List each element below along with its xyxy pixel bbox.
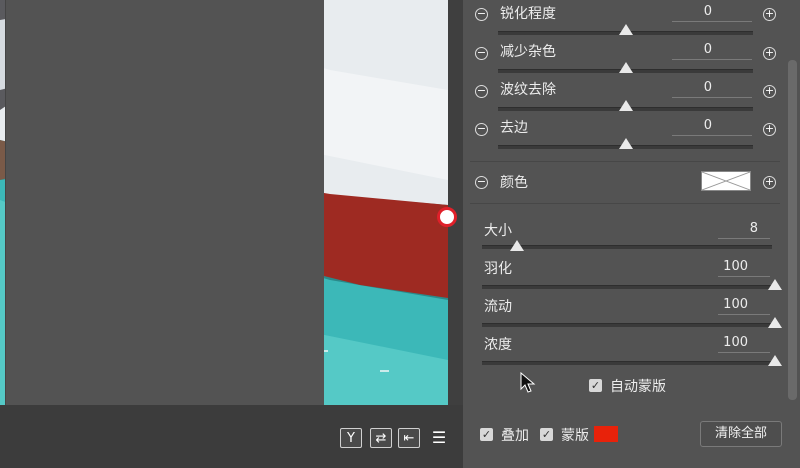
swap-icon[interactable]: ⇄ — [370, 428, 392, 448]
slider-thumb[interactable] — [618, 24, 633, 35]
brush-flow-label: 流动 — [484, 299, 512, 315]
overlay-label: 叠加 — [501, 428, 529, 444]
overlay-checkbox[interactable]: ✓ — [480, 428, 493, 441]
value-underline — [718, 314, 770, 315]
brush-density-value[interactable]: 100 — [708, 335, 748, 350]
minus-icon[interactable]: − — [475, 8, 488, 21]
sliders-icon[interactable]: ☰ — [428, 428, 450, 448]
mask-color-swatch[interactable] — [594, 426, 618, 442]
plus-icon[interactable]: + — [763, 8, 776, 21]
plus-icon[interactable]: + — [763, 47, 776, 60]
scrollbar[interactable] — [788, 60, 797, 400]
y-dropdown-icon[interactable]: Y — [340, 428, 362, 448]
value-underline — [672, 135, 752, 136]
value-underline — [672, 97, 752, 98]
color-swatch[interactable] — [701, 171, 751, 191]
clear-all-button[interactable]: 清除全部 — [700, 421, 782, 447]
arrow-left-box-icon[interactable]: ⇤ — [398, 428, 420, 448]
value-underline — [718, 276, 770, 277]
value-underline — [718, 238, 770, 239]
plus-icon[interactable]: + — [763, 123, 776, 136]
panel-content — [5, 0, 324, 405]
brush-size-label: 大小 — [484, 223, 512, 239]
slider-thumb[interactable] — [618, 62, 633, 73]
mouse-cursor-icon — [520, 372, 536, 393]
brush-slider-track[interactable] — [482, 323, 772, 327]
slider-value-moire[interactable]: 0 — [672, 80, 712, 95]
slider-value-noise[interactable]: 0 — [672, 42, 712, 57]
minus-icon[interactable]: − — [475, 123, 488, 136]
value-underline — [672, 21, 752, 22]
value-underline — [718, 352, 770, 353]
auto-mask-label: 自动蒙版 — [610, 379, 666, 395]
brush-slider-thumb[interactable] — [768, 317, 782, 328]
slider-label-sharpen: 锐化程度 — [500, 6, 556, 22]
brush-slider-track[interactable] — [482, 361, 772, 365]
brush-slider-track[interactable] — [482, 245, 772, 249]
divider — [470, 161, 780, 162]
brush-feather-value[interactable]: 100 — [708, 259, 748, 274]
slider-thumb[interactable] — [618, 138, 633, 149]
canvas-toolbar — [0, 405, 463, 468]
brush-slider-thumb[interactable] — [768, 355, 782, 366]
brush-cursor-icon — [437, 207, 457, 227]
slider-value-sharpen[interactable]: 0 — [672, 4, 712, 19]
toolbar-y-label: Y — [347, 431, 355, 446]
slider-label-moire: 波纹去除 — [500, 82, 556, 98]
auto-mask-checkbox[interactable]: ✓ — [589, 379, 602, 392]
brush-flow-value[interactable]: 100 — [708, 297, 748, 312]
plus-icon[interactable]: + — [763, 85, 776, 98]
minus-icon[interactable]: − — [475, 176, 488, 189]
brush-feather-label: 羽化 — [484, 261, 512, 277]
mask-checkbox[interactable]: ✓ — [540, 428, 553, 441]
color-label: 颜色 — [500, 175, 528, 191]
brush-size-value[interactable]: 8 — [718, 221, 758, 236]
brush-slider-thumb[interactable] — [510, 240, 525, 251]
brush-slider-track[interactable] — [482, 285, 772, 289]
brush-slider-thumb[interactable] — [768, 279, 782, 290]
plus-icon[interactable]: + — [763, 176, 776, 189]
mask-label: 蒙版 — [561, 428, 589, 444]
divider — [470, 203, 780, 204]
slider-label-defringe: 去边 — [500, 120, 528, 136]
slider-label-noise: 减少杂色 — [500, 44, 556, 60]
brush-density-label: 浓度 — [484, 337, 512, 353]
slider-thumb[interactable] — [618, 100, 633, 111]
value-underline — [672, 59, 752, 60]
slider-value-defringe[interactable]: 0 — [672, 118, 712, 133]
minus-icon[interactable]: − — [475, 47, 488, 60]
minus-icon[interactable]: − — [475, 85, 488, 98]
